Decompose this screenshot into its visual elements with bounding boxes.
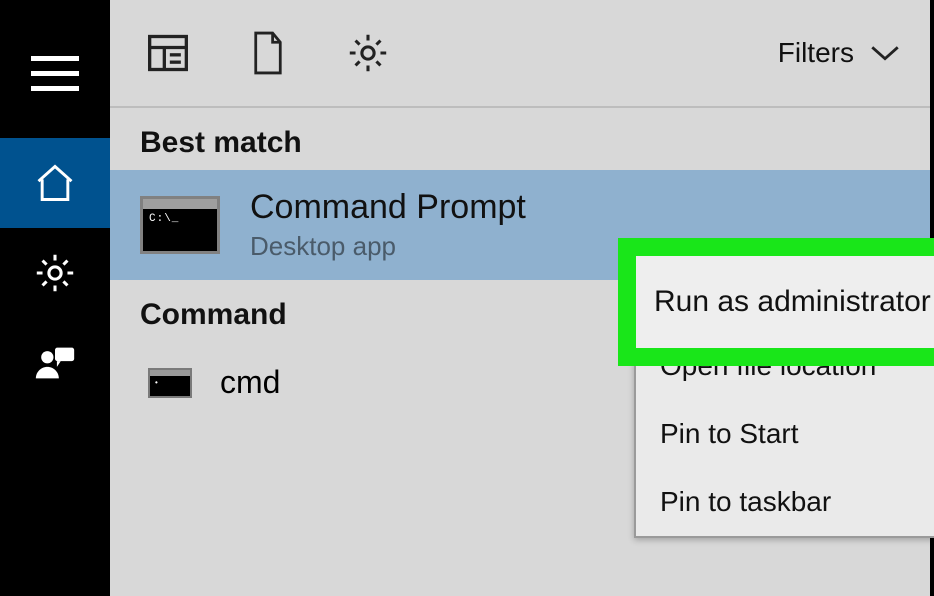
filter-apps-button[interactable] <box>138 23 198 83</box>
sidebar-item-settings[interactable] <box>0 228 110 318</box>
tutorial-highlight: Run as administrator <box>618 238 934 366</box>
sidebar-item-menu[interactable] <box>0 28 110 118</box>
sidebar <box>0 0 110 596</box>
cmd-label: cmd <box>220 364 280 401</box>
menu-icon <box>31 56 79 91</box>
context-pin-to-start[interactable]: Pin to Start <box>636 400 934 468</box>
people-icon <box>32 340 78 386</box>
section-best-match: Best match <box>110 108 930 170</box>
gear-icon <box>345 30 391 76</box>
apps-icon <box>146 31 190 75</box>
document-icon <box>249 30 287 76</box>
sidebar-item-home[interactable] <box>0 138 110 228</box>
home-icon <box>33 161 77 205</box>
result-subtitle: Desktop app <box>250 231 526 262</box>
filters-dropdown[interactable]: Filters <box>778 37 902 69</box>
context-pin-to-taskbar[interactable]: Pin to taskbar <box>636 468 934 536</box>
highlight-text: Run as administrator <box>654 285 931 319</box>
gear-icon <box>32 250 78 296</box>
filter-documents-button[interactable] <box>238 23 298 83</box>
sidebar-item-people[interactable] <box>0 318 110 408</box>
chevron-down-icon <box>868 43 902 63</box>
command-prompt-icon: C:\_ <box>140 196 220 254</box>
filter-settings-button[interactable] <box>338 23 398 83</box>
filters-label: Filters <box>778 37 854 69</box>
search-results-panel: Filters Best match C:\_ Command Prompt D… <box>110 0 934 596</box>
cmd-icon: • <box>148 368 192 398</box>
result-text: Command Prompt Desktop app <box>250 188 526 262</box>
result-title: Command Prompt <box>250 188 526 227</box>
top-filter-row: Filters <box>110 0 930 108</box>
start-menu-search: Filters Best match C:\_ Command Prompt D… <box>0 0 934 596</box>
